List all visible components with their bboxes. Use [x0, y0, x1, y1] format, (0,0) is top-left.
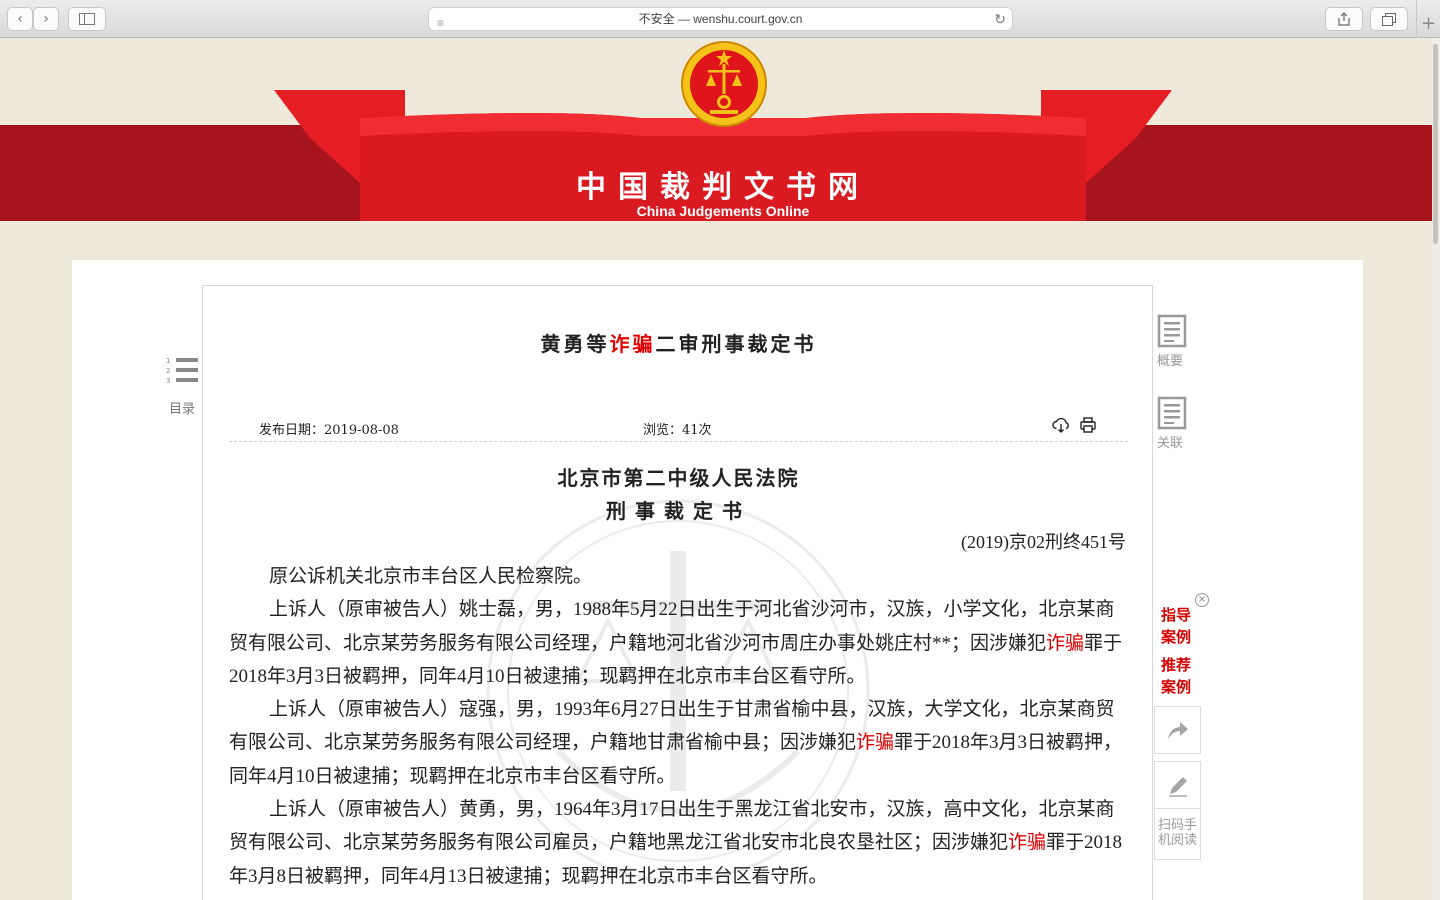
document-title: 黄勇等诈骗二审刑事裁定书 [203, 328, 1152, 357]
paragraph-text: 上诉人（原审被告人）姚士磊，男，1988年5月22日出生于河北省沙河市，汉族，小… [229, 599, 1115, 654]
pencil-icon [1168, 777, 1187, 797]
paragraph: 原公诉机关北京市丰台区人民检察院。 [269, 566, 593, 587]
paragraph: 上诉人（原审被告人）姚士磊，男，1988年5月22日出生于河北省沙河市，汉族，小… [229, 593, 1128, 693]
address-text: 不安全 — wenshu.court.gov.cn [638, 12, 803, 26]
paragraph: 上诉人（原审被告人）寇强，男，1993年6月27日出生于甘肃省榆中县，汉族，大学… [229, 693, 1128, 793]
scan-label: 机阅读 [1157, 833, 1197, 848]
document-panel: 黄勇等诈骗二审刑事裁定书 发布日期：2019-08-08 浏览：41次 北京市第… [202, 285, 1153, 900]
chevron-right-icon: › [43, 11, 49, 27]
publish-date: 发布日期：2019-08-08 [259, 423, 399, 438]
share-icon [1338, 12, 1350, 26]
sidebar-icon [79, 13, 95, 25]
scan-label: 扫码手 [1157, 818, 1197, 833]
document-body: 原公诉机关北京市丰台区人民检察院。 上诉人（原审被告人）姚士磊，男，1988年5… [229, 560, 1128, 893]
share-forward-button[interactable] [1154, 706, 1201, 754]
site-subtitle: China Judgements Online [636, 203, 810, 219]
toc-label: 目录 [168, 402, 195, 417]
paragraph-text: 上诉人（原审被告人）黄勇，男，1964年3月17日出生于黑龙江省北安市，汉族，高… [229, 799, 1115, 854]
share-arrow-icon [1167, 722, 1188, 739]
close-icon[interactable]: × [1195, 593, 1209, 607]
paragraph: 上诉人（原审被告人）黄勇，男，1964年3月17日出生于黑龙江省北安市，汉族，高… [229, 793, 1128, 893]
recommended-cases-link[interactable]: 推荐 案例 [1161, 654, 1191, 698]
sidebar-toggle-button[interactable] [68, 7, 106, 31]
tabs-icon [1382, 13, 1396, 26]
keyword-highlight: 诈骗 [856, 732, 895, 754]
printer-icon[interactable] [1079, 416, 1097, 434]
reader-icon[interactable]: ≡ [437, 12, 444, 34]
toc-button[interactable]: 1 2 3 目录 [162, 356, 202, 417]
title-text-end: 二审刑事裁定书 [655, 332, 817, 356]
recommend-label: 推荐 [1161, 656, 1192, 674]
document-icon [1157, 396, 1187, 430]
address-bar[interactable]: ≡ 不安全 — wenshu.court.gov.cn ↻ [428, 7, 1013, 31]
title-text: 黄勇等 [540, 332, 610, 356]
document-meta: 发布日期：2019-08-08 浏览：41次 [229, 416, 1128, 442]
tabs-button[interactable] [1370, 7, 1408, 31]
keyword-highlight: 诈骗 [1046, 632, 1085, 654]
title-highlight: 诈骗 [609, 332, 656, 356]
edit-button[interactable] [1154, 761, 1201, 809]
scan-qr-button[interactable]: 扫码手 机阅读 [1154, 808, 1201, 860]
court-emblem-icon [681, 41, 767, 127]
view-count: 浏览：41次 [643, 423, 712, 438]
summary-label: 概要 [1157, 354, 1184, 369]
svg-text:1: 1 [166, 357, 170, 365]
related-label: 关联 [1157, 436, 1184, 451]
recommend-label: 案例 [1161, 678, 1192, 696]
svg-text:2: 2 [166, 367, 170, 375]
document-icon [1157, 314, 1187, 348]
svg-text:3: 3 [166, 377, 170, 385]
guide-cases-link[interactable]: 指导 案例 [1161, 604, 1191, 648]
summary-button[interactable]: 概要 [1157, 314, 1197, 369]
back-button[interactable]: ‹ [7, 7, 33, 31]
site-title: 中国裁判文书网 [576, 170, 870, 205]
document-type: 刑事裁定书 [606, 499, 751, 523]
chevron-left-icon: ‹ [17, 11, 23, 27]
related-button[interactable]: 关联 [1157, 396, 1197, 451]
keyword-highlight: 诈骗 [1008, 832, 1047, 854]
list-numbered-icon: 1 2 3 [166, 357, 198, 385]
reload-icon[interactable]: ↻ [994, 8, 1006, 30]
share-button[interactable] [1325, 7, 1363, 31]
new-tab-button[interactable]: + [1416, 0, 1440, 38]
download-icon[interactable] [1052, 416, 1070, 434]
guide-label: 案例 [1161, 628, 1192, 646]
forward-button[interactable]: › [33, 7, 59, 31]
guide-label: 指导 [1161, 606, 1192, 624]
browser-toolbar: ‹ › ≡ 不安全 — wenshu.court.gov.cn ↻ + [0, 0, 1440, 38]
court-name: 北京市第二中级人民法院 [557, 466, 800, 490]
case-number: (2019)京02刑终451号 [961, 532, 1126, 552]
